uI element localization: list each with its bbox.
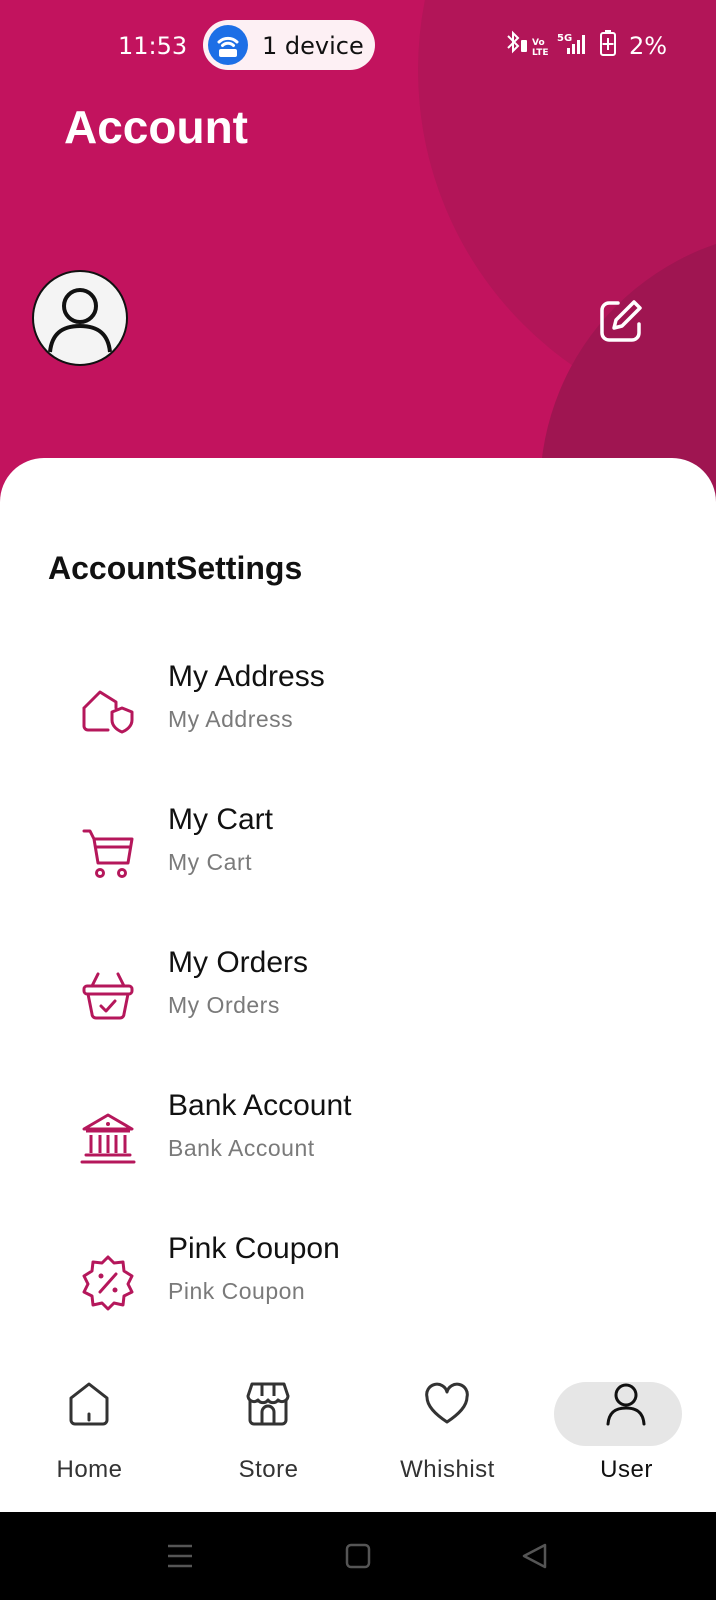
bank-icon xyxy=(78,1109,138,1169)
hotspot-label: 1 device xyxy=(262,32,364,60)
settings-item-title: My Address xyxy=(168,660,325,693)
home-button-icon[interactable] xyxy=(345,1543,371,1569)
user-avatar-icon[interactable] xyxy=(32,270,128,366)
cart-icon xyxy=(78,823,138,883)
nav-label: Whishist xyxy=(400,1456,495,1483)
settings-item-my-orders[interactable]: My Orders My Orders xyxy=(0,946,716,1066)
heart-icon xyxy=(421,1378,473,1430)
page-title: Account xyxy=(64,101,248,153)
svg-text:Vo: Vo xyxy=(532,38,545,48)
svg-text:5G: 5G xyxy=(557,33,572,44)
settings-item-title: Bank Account xyxy=(168,1089,352,1122)
settings-item-subtitle: My Orders xyxy=(168,992,280,1018)
basket-check-icon xyxy=(78,966,138,1026)
settings-item-title: Pink Coupon xyxy=(168,1232,340,1265)
bottom-navigation: Home Store Whishist User xyxy=(0,1360,716,1512)
menu-icon[interactable] xyxy=(168,1544,192,1568)
system-nav-bar xyxy=(0,1512,716,1600)
settings-item-subtitle: My Address xyxy=(168,706,294,732)
home-shield-icon xyxy=(78,680,138,740)
battery-level: 2% xyxy=(629,32,668,60)
section-title: AccountSettings xyxy=(48,550,303,586)
back-icon[interactable] xyxy=(522,1543,547,1569)
status-bar: 11:53 1 device Vo LTE 5G 2% xyxy=(0,18,716,74)
nav-label: User xyxy=(600,1456,653,1483)
settings-item-pink-coupon[interactable]: Pink Coupon Pink Coupon xyxy=(0,1232,716,1352)
user-icon xyxy=(600,1378,652,1430)
settings-item-subtitle: My Cart xyxy=(168,849,252,875)
settings-item-my-cart[interactable]: My Cart My Cart xyxy=(0,803,716,923)
home-icon xyxy=(63,1378,115,1430)
edit-icon[interactable] xyxy=(596,296,646,346)
nav-user[interactable]: User xyxy=(537,1360,716,1490)
nav-home[interactable]: Home xyxy=(0,1360,179,1490)
settings-item-my-address[interactable]: My Address My Address xyxy=(0,660,716,780)
signal-icons: Vo LTE 5G xyxy=(507,30,616,58)
status-time: 11:53 xyxy=(118,32,188,60)
settings-item-bank-account[interactable]: Bank Account Bank Account xyxy=(0,1089,716,1209)
hotspot-icon xyxy=(208,25,248,65)
settings-item-subtitle: Bank Account xyxy=(168,1135,315,1161)
nav-store[interactable]: Store xyxy=(179,1360,358,1490)
nav-label: Home xyxy=(56,1456,123,1483)
svg-text:LTE: LTE xyxy=(532,48,549,58)
store-icon xyxy=(242,1378,294,1430)
system-icons: Vo LTE 5G 2% xyxy=(505,26,670,60)
nav-wishlist[interactable]: Whishist xyxy=(358,1360,537,1490)
discount-badge-icon xyxy=(78,1252,138,1312)
account-header: 11:53 1 device Vo LTE 5G 2% Account xyxy=(0,0,716,520)
hotspot-pill[interactable]: 1 device xyxy=(203,20,375,70)
settings-item-subtitle: Pink Coupon xyxy=(168,1278,306,1304)
settings-item-title: My Cart xyxy=(168,803,273,836)
nav-label: Store xyxy=(238,1456,299,1483)
settings-item-title: My Orders xyxy=(168,946,309,979)
